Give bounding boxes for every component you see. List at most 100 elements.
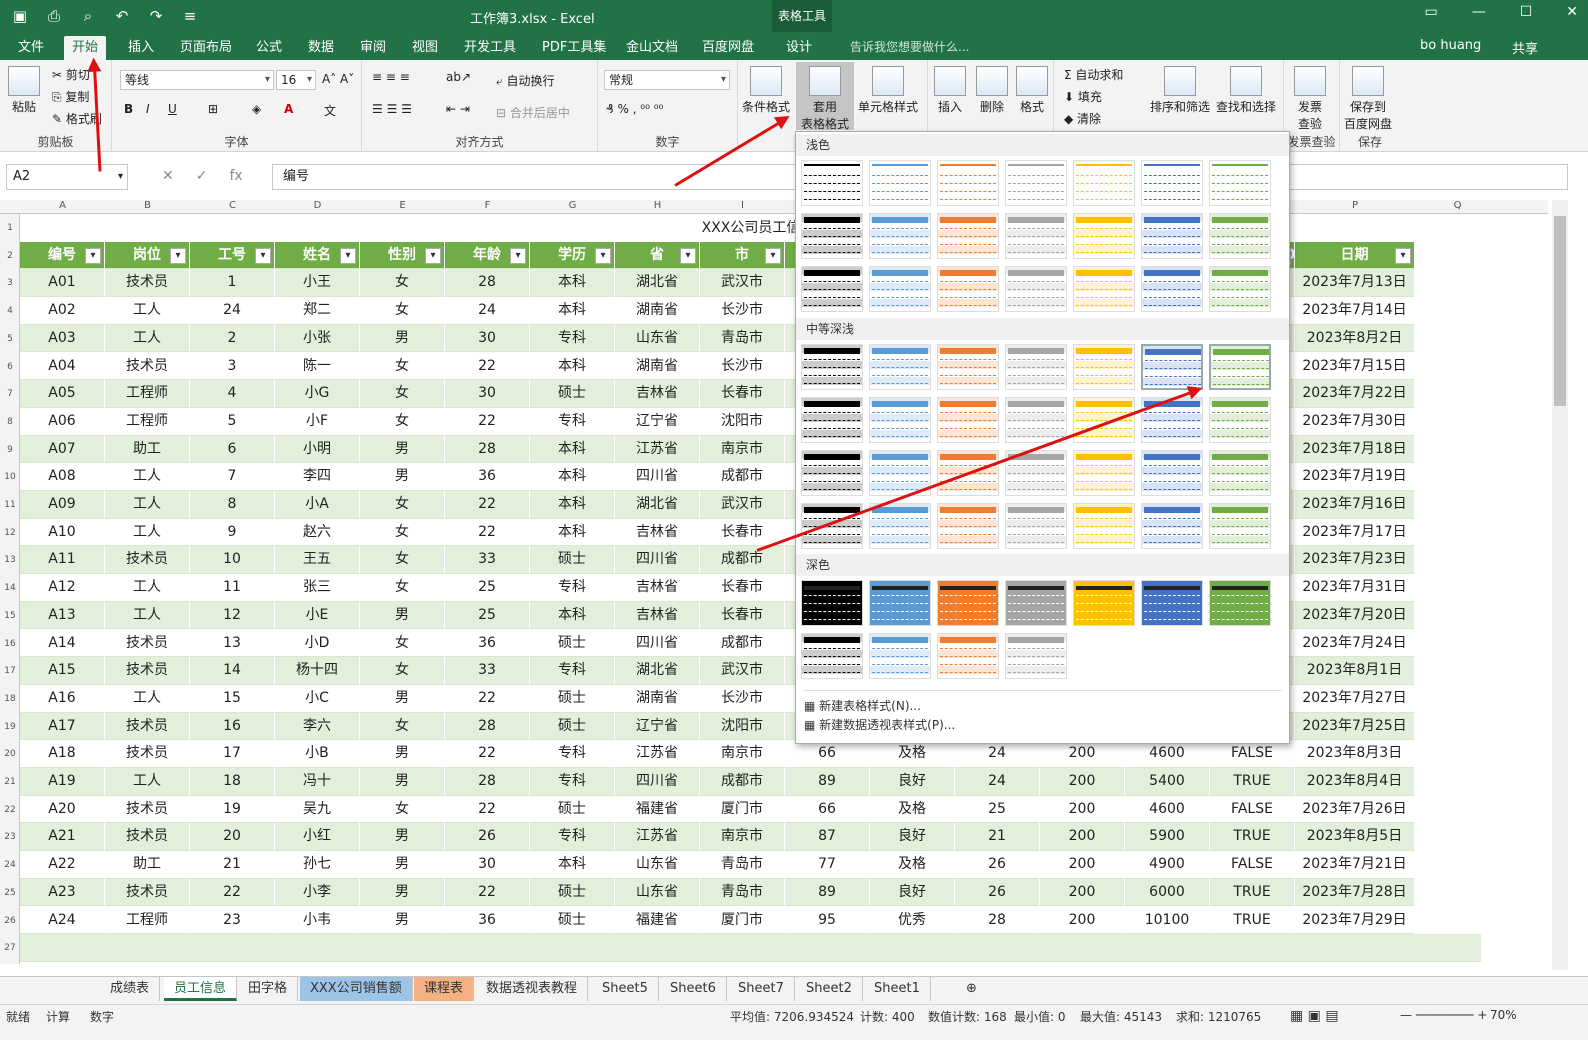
data-cell[interactable]: 优秀 bbox=[870, 906, 955, 935]
data-cell[interactable]: 7 bbox=[190, 463, 275, 491]
data-cell[interactable]: 工人 bbox=[105, 297, 190, 325]
data-cell[interactable]: TRUE bbox=[1210, 768, 1295, 796]
table-style-swatch[interactable] bbox=[1209, 266, 1271, 312]
data-cell[interactable]: 20 bbox=[190, 823, 275, 852]
autosum-button[interactable]: Σ 自动求和 bbox=[1064, 66, 1123, 83]
data-cell[interactable]: 33 bbox=[445, 657, 530, 685]
sheet-tab[interactable]: Sheet5 bbox=[592, 977, 659, 1001]
table-style-swatch[interactable] bbox=[1209, 344, 1271, 390]
data-cell[interactable]: 33 bbox=[445, 546, 530, 575]
insert-function-icon[interactable]: fx bbox=[229, 168, 242, 184]
data-cell[interactable]: 2023年7月23日 bbox=[1295, 546, 1415, 575]
row-header[interactable]: 21 bbox=[0, 777, 20, 787]
tab-pdf-tools[interactable]: PDF工具集 bbox=[534, 36, 614, 60]
data-cell[interactable]: 2023年7月27日 bbox=[1295, 684, 1415, 713]
data-cell[interactable]: 青岛市 bbox=[700, 324, 785, 353]
zoom-slider[interactable]: — ──────── + bbox=[1400, 1008, 1487, 1022]
table-style-swatch[interactable] bbox=[1005, 580, 1067, 626]
row-header[interactable]: 1 bbox=[0, 223, 20, 233]
data-cell[interactable]: 23 bbox=[190, 906, 275, 935]
data-cell[interactable]: A13 bbox=[20, 601, 105, 630]
data-cell[interactable]: 男 bbox=[360, 684, 445, 713]
data-cell[interactable]: 及格 bbox=[870, 851, 955, 879]
column-header[interactable]: E bbox=[360, 200, 445, 211]
column-header[interactable]: H bbox=[615, 200, 700, 211]
data-cell[interactable]: A21 bbox=[20, 823, 105, 852]
data-cell[interactable]: 男 bbox=[360, 768, 445, 796]
table-style-swatch[interactable] bbox=[869, 503, 931, 549]
table-style-swatch[interactable] bbox=[869, 266, 931, 312]
data-cell[interactable]: 28 bbox=[445, 712, 530, 741]
data-cell[interactable]: 8 bbox=[190, 491, 275, 519]
data-cell[interactable]: 四川省 bbox=[615, 546, 700, 575]
data-cell[interactable]: 本科 bbox=[530, 269, 615, 298]
data-cell[interactable]: 专科 bbox=[530, 324, 615, 353]
cut-button[interactable]: ✂ 剪切 bbox=[52, 66, 90, 83]
row-header[interactable]: 24 bbox=[0, 860, 20, 870]
header-cell[interactable]: 性别 bbox=[360, 241, 445, 270]
data-cell[interactable]: 小E bbox=[275, 601, 360, 630]
column-header[interactable]: P bbox=[1295, 200, 1415, 211]
row-header[interactable]: 6 bbox=[0, 362, 20, 372]
redo-icon[interactable]: ↷ bbox=[144, 4, 168, 28]
data-cell[interactable]: 赵六 bbox=[275, 518, 360, 547]
undo-icon[interactable]: ↶ bbox=[110, 4, 134, 28]
data-cell[interactable]: 2023年8月1日 bbox=[1295, 657, 1415, 685]
data-cell[interactable]: 本科 bbox=[530, 491, 615, 519]
data-cell[interactable]: 男 bbox=[360, 435, 445, 464]
header-cell[interactable]: 日期 bbox=[1295, 241, 1415, 270]
format-painter-button[interactable]: ✎ 格式刷 bbox=[52, 110, 102, 127]
table-style-swatch[interactable] bbox=[801, 397, 863, 443]
table-style-swatch[interactable] bbox=[937, 344, 999, 390]
header-cell[interactable]: 姓名 bbox=[275, 241, 360, 270]
table-style-swatch[interactable] bbox=[801, 213, 863, 259]
data-cell[interactable]: 李六 bbox=[275, 712, 360, 741]
data-cell[interactable]: 技术员 bbox=[105, 712, 190, 741]
data-cell[interactable]: 硕士 bbox=[530, 795, 615, 824]
data-cell[interactable]: 4600 bbox=[1125, 795, 1210, 824]
data-cell[interactable]: 4900 bbox=[1125, 851, 1210, 879]
data-cell[interactable]: 男 bbox=[360, 823, 445, 852]
data-cell[interactable]: 小B bbox=[275, 740, 360, 768]
data-cell[interactable]: 30 bbox=[445, 324, 530, 353]
data-cell[interactable]: 小王 bbox=[275, 269, 360, 298]
indent-icon[interactable]: ⇤ ⇥ bbox=[446, 102, 470, 116]
data-cell[interactable]: 200 bbox=[1040, 823, 1125, 852]
tab-review[interactable]: 审阅 bbox=[352, 36, 394, 60]
data-cell[interactable]: 孙七 bbox=[275, 851, 360, 879]
table-style-swatch[interactable] bbox=[937, 633, 999, 679]
column-header[interactable]: B bbox=[105, 200, 190, 211]
sheet-tab[interactable]: 课程表 bbox=[414, 977, 475, 1001]
data-cell[interactable]: 厦门市 bbox=[700, 795, 785, 824]
data-cell[interactable]: 11 bbox=[190, 574, 275, 602]
data-cell[interactable]: 28 bbox=[445, 768, 530, 796]
data-cell[interactable]: 江苏省 bbox=[615, 740, 700, 768]
data-cell[interactable]: 福建省 bbox=[615, 906, 700, 935]
data-cell[interactable]: 2023年7月13日 bbox=[1295, 269, 1415, 298]
data-cell[interactable]: 2023年7月18日 bbox=[1295, 435, 1415, 464]
preview-icon[interactable]: ⌕ bbox=[76, 4, 100, 28]
close-icon[interactable]: ✕ bbox=[1566, 4, 1578, 20]
data-cell[interactable]: 25 bbox=[445, 574, 530, 602]
data-cell[interactable]: 女 bbox=[360, 269, 445, 298]
wrap-text-button[interactable]: ⤶ 自动换行 bbox=[496, 72, 555, 89]
table-style-swatch[interactable] bbox=[1209, 213, 1271, 259]
data-cell[interactable]: 四川省 bbox=[615, 768, 700, 796]
column-header[interactable]: I bbox=[700, 200, 785, 211]
data-cell[interactable]: 湖北省 bbox=[615, 269, 700, 298]
data-cell[interactable]: 工人 bbox=[105, 601, 190, 630]
data-cell[interactable]: 吉林省 bbox=[615, 574, 700, 602]
add-sheet-icon[interactable]: ⊕ bbox=[956, 977, 987, 1001]
data-cell[interactable]: 男 bbox=[360, 463, 445, 491]
data-cell[interactable]: 22 bbox=[445, 878, 530, 907]
border-icon[interactable]: ⊞ bbox=[208, 102, 218, 116]
tell-me-search[interactable]: 告诉我您想要做什么... bbox=[850, 38, 969, 55]
data-cell[interactable]: A04 bbox=[20, 352, 105, 381]
table-style-swatch[interactable] bbox=[1209, 580, 1271, 626]
data-cell[interactable]: 硕士 bbox=[530, 380, 615, 408]
data-cell[interactable]: 2023年7月31日 bbox=[1295, 574, 1415, 602]
minimize-icon[interactable]: — bbox=[1472, 4, 1486, 20]
data-cell[interactable]: 成都市 bbox=[700, 629, 785, 658]
data-cell[interactable]: 硕士 bbox=[530, 712, 615, 741]
table-style-swatch[interactable] bbox=[801, 160, 863, 206]
